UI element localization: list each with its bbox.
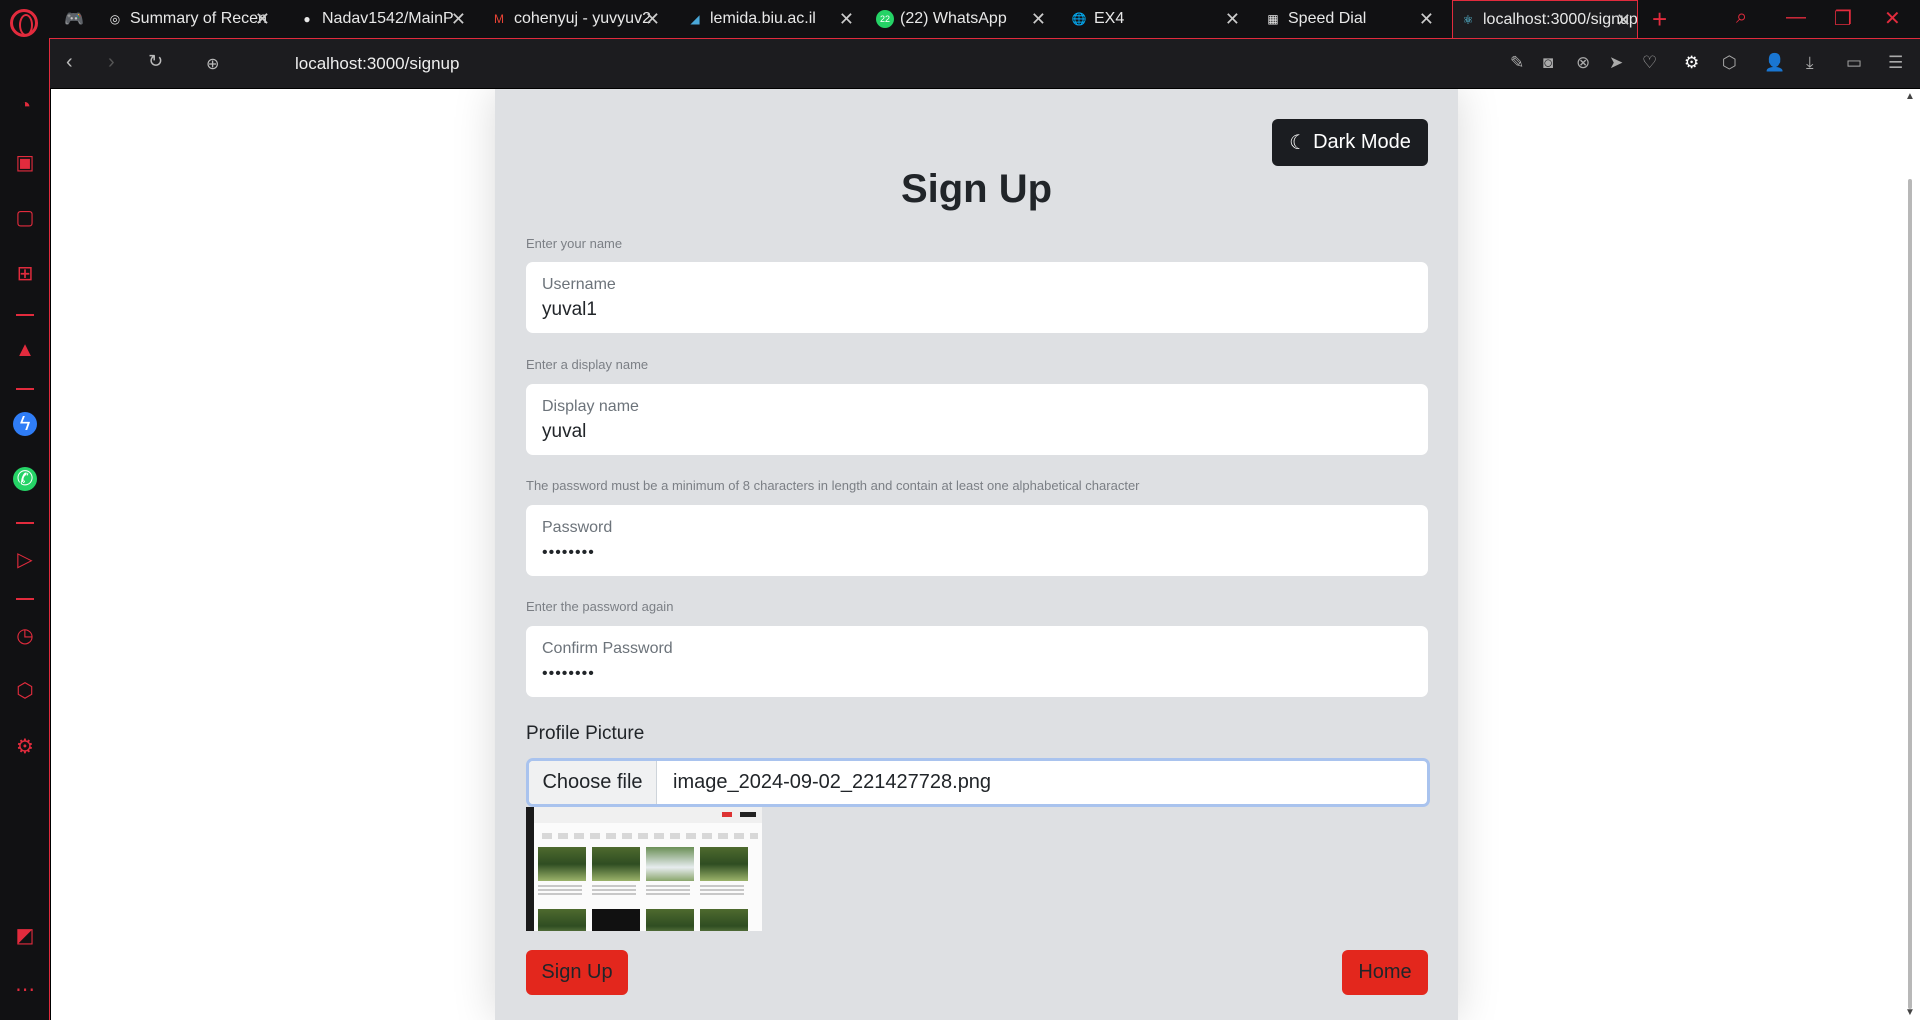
minimize-icon[interactable]: —: [1786, 6, 1806, 29]
close-tab-icon[interactable]: ✕: [451, 9, 466, 29]
send-icon[interactable]: ➤: [1609, 53, 1623, 73]
moon-icon: ☾: [1289, 132, 1308, 154]
tab-bar: 🎮 ◎ Summary of Recen ✕ ● Nadav1542/MainP…: [0, 0, 1920, 38]
sidebar-divider: [16, 522, 34, 524]
github-icon: ●: [303, 12, 311, 26]
username-label: Username: [542, 276, 616, 293]
shopping-icon[interactable]: ▣: [13, 151, 37, 175]
sign-up-button[interactable]: Sign Up: [526, 950, 628, 995]
username-hint: Enter your name: [526, 236, 623, 251]
sidebar-divider: [16, 598, 34, 600]
battery-icon[interactable]: ▭: [1846, 53, 1862, 73]
scroll-down-icon[interactable]: ▼: [1905, 1007, 1915, 1018]
profile-picture-input[interactable]: Choose file image_2024-09-02_221427728.p…: [526, 758, 1430, 807]
tab-8-active[interactable]: ⚛ localhost:3000/signup ✕: [1452, 0, 1638, 38]
wallpaper-icon[interactable]: ◩: [13, 924, 37, 948]
scroll-thumb[interactable]: [1908, 179, 1912, 1009]
tab-4[interactable]: ◢ lemida.biu.ac.il ✕: [686, 0, 860, 38]
moodle-icon: ◢: [690, 12, 700, 26]
confirm-password-field[interactable]: Confirm Password ••••••••: [526, 626, 1428, 697]
easy-setup-icon[interactable]: ☰: [1888, 53, 1903, 73]
close-tab-icon[interactable]: ✕: [1031, 9, 1046, 29]
display-name-hint: Enter a display name: [526, 357, 649, 372]
speed-dial-icon: ▦: [1267, 12, 1279, 26]
page-viewport: ☾ Dark Mode Sign Up Enter your name User…: [51, 89, 1901, 1020]
confirm-password-label: Confirm Password: [542, 640, 673, 657]
page-title: Sign Up: [900, 167, 1053, 211]
restore-icon[interactable]: ❐: [1834, 6, 1852, 31]
twitch-icon[interactable]: ▢: [13, 206, 37, 230]
reload-icon[interactable]: ↻: [148, 51, 163, 72]
confirm-password-value: ••••••••: [542, 665, 595, 682]
whatsapp-icon[interactable]: ✆: [13, 467, 37, 491]
gmail-icon: M: [494, 12, 504, 26]
browser-sidebar: ◔ ▣ ▢ ⊞ ▲ ϟ ✆ ▷ ◷ ⬡ ⚙ ◩ ⋯: [0, 38, 50, 1020]
camera-icon[interactable]: ◙: [1543, 53, 1553, 73]
confirm-password-hint: Enter the password again: [526, 599, 674, 614]
profile-picture-preview: [526, 807, 762, 931]
openai-icon: ◎: [109, 12, 121, 26]
password-value: ••••••••: [542, 544, 595, 561]
aria-icon[interactable]: ▲: [13, 338, 37, 362]
new-tab-icon[interactable]: +: [1652, 4, 1667, 35]
close-tab-icon[interactable]: ✕: [1419, 9, 1434, 29]
extensions-icon[interactable]: ⬡: [13, 679, 37, 703]
password-label: Password: [542, 519, 613, 536]
scroll-up-icon[interactable]: ▲: [1905, 91, 1915, 102]
display-name-value: yuval: [542, 421, 587, 442]
back-icon[interactable]: ‹: [66, 51, 73, 74]
close-tab-icon[interactable]: ✕: [255, 9, 270, 29]
opera-logo-icon[interactable]: [10, 9, 38, 37]
profile-icon[interactable]: 👤: [1764, 53, 1785, 73]
choose-file-button[interactable]: Choose file: [529, 761, 657, 804]
tab-3[interactable]: M cohenyuj - yuvyuv2 ✕: [490, 0, 666, 38]
sidebar-divider: [16, 388, 34, 390]
whatsapp-icon: 22: [876, 10, 894, 28]
dark-mode-button[interactable]: ☾ Dark Mode: [1272, 119, 1428, 166]
close-tab-icon[interactable]: ✕: [839, 9, 854, 29]
globe-icon: 🌐: [1071, 12, 1087, 26]
url-field[interactable]: localhost:3000/signup: [295, 54, 459, 74]
settings-icon[interactable]: ⚙: [13, 735, 37, 759]
tab-1[interactable]: ◎ Summary of Recen ✕: [106, 0, 276, 38]
username-value: yuval1: [542, 299, 597, 320]
more-icon[interactable]: ⋯: [13, 978, 37, 1002]
heart-icon[interactable]: ♡: [1642, 53, 1657, 73]
display-name-field[interactable]: Display name yuval: [526, 384, 1428, 455]
close-window-icon[interactable]: ✕: [1884, 6, 1901, 31]
password-field[interactable]: Password ••••••••: [526, 505, 1428, 576]
player-icon[interactable]: ▷: [13, 548, 37, 572]
display-name-label: Display name: [542, 398, 639, 415]
cpu-icon[interactable]: ⊞: [13, 262, 37, 286]
messenger-icon[interactable]: ϟ: [13, 412, 37, 436]
tab-5[interactable]: 22 (22) WhatsApp ✕: [876, 0, 1052, 38]
username-field[interactable]: Username yuval1: [526, 262, 1428, 333]
home-button[interactable]: Home: [1342, 950, 1428, 995]
close-tab-icon[interactable]: ✕: [1616, 10, 1631, 30]
close-tab-icon[interactable]: ✕: [1225, 9, 1240, 29]
adblock-icon[interactable]: ⊗: [1576, 53, 1590, 73]
close-tab-icon[interactable]: ✕: [645, 9, 660, 29]
file-name: image_2024-09-02_221427728.png: [673, 771, 992, 793]
profile-picture-label: Profile Picture: [526, 723, 645, 744]
react-icon: ⚛: [1462, 12, 1474, 27]
cube-icon[interactable]: ⬡: [1722, 53, 1737, 73]
gx-control-icon[interactable]: 🎮: [64, 0, 94, 38]
speedometer-icon[interactable]: ◔: [13, 94, 37, 118]
search-tabs-icon[interactable]: ⌕: [1736, 6, 1747, 29]
edit-icon[interactable]: ✎: [1510, 53, 1524, 73]
download-icon[interactable]: ⤓: [1806, 53, 1814, 73]
site-info-icon[interactable]: ⊕: [206, 54, 219, 74]
tab-6[interactable]: 🌐 EX4 ✕: [1070, 0, 1246, 38]
forward-icon[interactable]: ›: [108, 51, 115, 74]
page-scrollbar[interactable]: ▲ ▼: [1901, 89, 1920, 1020]
password-hint: The password must be a minimum of 8 char…: [526, 478, 1140, 493]
history-icon[interactable]: ◷: [13, 624, 37, 648]
extension-icon[interactable]: ⚙: [1684, 53, 1699, 73]
sidebar-divider: [16, 314, 34, 316]
tab-7[interactable]: ▦ Speed Dial ✕: [1264, 0, 1440, 38]
signup-card: ☾ Dark Mode Sign Up Enter your name User…: [495, 89, 1458, 1020]
tab-2[interactable]: ● Nadav1542/MainP ✕: [298, 0, 472, 38]
address-bar: ‹ › ↻ ⊕ localhost:3000/signup ✎ ◙ ⊗ ➤ ♡ …: [50, 38, 1920, 88]
